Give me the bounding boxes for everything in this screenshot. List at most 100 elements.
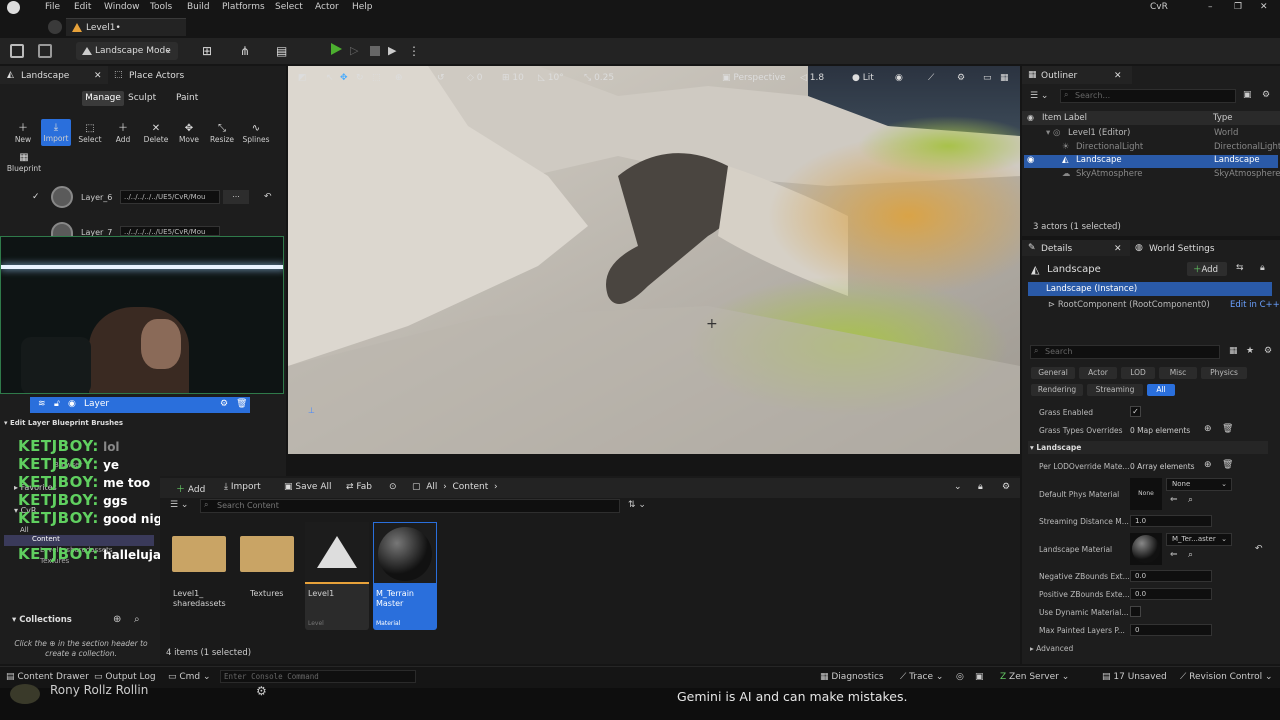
- category-physics[interactable]: Physics: [1201, 367, 1247, 379]
- category-streaming[interactable]: Streaming: [1087, 384, 1143, 396]
- blueprint-convert-icon[interactable]: ⇆: [1236, 263, 1244, 273]
- visibility-icon[interactable]: ◉: [68, 399, 76, 409]
- browser-settings-icon[interactable]: ⚙: [1002, 481, 1010, 495]
- scale-snap-icon[interactable]: ⤡ 0.25: [584, 73, 614, 83]
- subtab-paint[interactable]: Paint: [176, 93, 198, 103]
- menu-edit[interactable]: Edit: [74, 2, 91, 12]
- add-folder-icon[interactable]: ▣: [1243, 90, 1252, 100]
- details-settings-icon[interactable]: ⚙: [1264, 346, 1272, 356]
- grid-layout-icon[interactable]: ▦: [1000, 73, 1009, 83]
- close-icon[interactable]: ✕: [1260, 2, 1268, 12]
- dynamic-material-checkbox[interactable]: [1130, 606, 1141, 617]
- level-viewport[interactable]: + ⊥: [288, 66, 1020, 454]
- import-button[interactable]: ⤓ Import: [224, 481, 261, 495]
- lock-browser-icon[interactable]: 🔒︎: [978, 481, 983, 495]
- settings-icon[interactable]: ⚙: [220, 399, 228, 409]
- unsaved-button[interactable]: ▤ 17 Unsaved: [1102, 672, 1167, 682]
- landscape-material-dropdown[interactable]: M_Ter...aster ⌄: [1166, 533, 1232, 546]
- menu-file[interactable]: File: [45, 2, 60, 12]
- tab-details[interactable]: Details: [1041, 244, 1072, 254]
- negative-zbounds-input[interactable]: 0.0: [1130, 570, 1212, 582]
- folder-asset[interactable]: Level1_ sharedassets: [168, 522, 232, 630]
- lit-dropdown[interactable]: ● Lit: [852, 73, 874, 83]
- tool-new[interactable]: ＋ New: [8, 122, 38, 146]
- material-asset[interactable]: M_Terrain Master Material: [373, 522, 437, 630]
- save-all-button[interactable]: ▣ Save All: [284, 481, 332, 495]
- favorite-star-icon[interactable]: ★: [1246, 346, 1254, 356]
- layer-checkbox[interactable]: ✓: [32, 192, 42, 202]
- diagnostics-button[interactable]: ▦ Diagnostics: [820, 672, 884, 682]
- outliner-row[interactable]: ▾ ◎ Level1 (Editor) World: [1024, 128, 1278, 141]
- surface-snap-icon[interactable]: ↺: [437, 73, 445, 83]
- menu-build[interactable]: Build: [187, 2, 210, 12]
- step-icon[interactable]: ▷: [350, 44, 364, 58]
- menu-window[interactable]: Window: [104, 2, 140, 12]
- tool-blueprint[interactable]: ▦ Blueprint: [6, 151, 42, 175]
- collections-header[interactable]: ▾ Collections: [12, 615, 72, 625]
- category-general[interactable]: General: [1031, 367, 1075, 379]
- fab-button[interactable]: ⇄ Fab: [346, 481, 372, 495]
- save-icon[interactable]: [10, 44, 24, 58]
- grid-size-icon[interactable]: ⊞ 10: [502, 73, 524, 83]
- record-icon[interactable]: ◎: [956, 672, 964, 682]
- play-icon[interactable]: [331, 43, 342, 55]
- col-type[interactable]: Type: [1213, 113, 1233, 123]
- col-item-label[interactable]: Item Label: [1042, 113, 1087, 123]
- filter-icon[interactable]: ☰ ⌄: [170, 500, 188, 510]
- tab-place-actors[interactable]: Place Actors: [129, 71, 184, 81]
- search-collections-icon[interactable]: ⌕: [134, 614, 140, 625]
- use-selected-icon[interactable]: ⇐: [1170, 550, 1178, 560]
- outliner-filter-icon[interactable]: ☰ ⌄: [1030, 91, 1048, 101]
- tool-import[interactable]: ⤓ Import: [41, 119, 71, 146]
- screenshot-icon[interactable]: ▣: [975, 672, 984, 682]
- cinematics-icon[interactable]: ▤: [276, 44, 290, 58]
- root-component-row[interactable]: ⊳ RootComponent (RootComponent0): [1048, 300, 1210, 310]
- close-details-icon[interactable]: ✕: [1114, 244, 1122, 254]
- tab-outliner[interactable]: Outliner: [1041, 71, 1077, 81]
- tool-move[interactable]: ✥ Move: [174, 122, 204, 146]
- breadcrumb-content[interactable]: Content: [452, 482, 488, 492]
- table-view-icon[interactable]: ▦: [1229, 346, 1238, 356]
- trace-button[interactable]: ⟋ Trace ⌄: [900, 672, 943, 682]
- layer-path-field[interactable]: ../../../../../UE5/CvR/Mou: [120, 190, 220, 204]
- phys-material-dropdown[interactable]: None ⌄: [1166, 478, 1232, 491]
- trash-icon[interactable]: 🗑︎: [236, 399, 247, 409]
- reset-icon[interactable]: ↶: [264, 192, 272, 202]
- outliner-row[interactable]: ☀ DirectionalLight DirectionalLight: [1024, 142, 1280, 155]
- section-landscape[interactable]: ▾ Landscape: [1028, 441, 1268, 454]
- add-actor-icon[interactable]: ⊞: [202, 44, 216, 58]
- close-outliner-icon[interactable]: ✕: [1114, 71, 1122, 81]
- use-selected-icon[interactable]: ⇐: [1170, 495, 1178, 505]
- menu-tools[interactable]: Tools: [150, 2, 172, 12]
- folder-asset[interactable]: Textures: [236, 522, 300, 630]
- lock-icon[interactable]: 🔓︎: [54, 399, 60, 409]
- menu-platforms[interactable]: Platforms: [222, 2, 265, 12]
- more-options-icon[interactable]: ⋮: [408, 44, 422, 58]
- tool-splines[interactable]: ∿ Splines: [241, 122, 271, 146]
- edit-cpp-link[interactable]: Edit in C++: [1230, 300, 1280, 310]
- visibility-icon[interactable]: ◉: [1027, 155, 1034, 165]
- browse-asset-icon[interactable]: ⌕: [1188, 495, 1193, 505]
- browse-button[interactable]: ...: [223, 190, 249, 204]
- level-tab[interactable]: Level1•: [66, 18, 186, 36]
- fov-value[interactable]: ◁ 1.8: [800, 73, 824, 83]
- category-actor[interactable]: Actor: [1079, 367, 1117, 379]
- zen-server-button[interactable]: Z Zen Server ⌄: [1000, 672, 1069, 682]
- history-icon[interactable]: ⊙: [389, 481, 397, 495]
- max-painted-layers-input[interactable]: 0: [1130, 624, 1212, 636]
- revision-control-button[interactable]: ⟋ Revision Control ⌄: [1180, 672, 1273, 682]
- show-icon[interactable]: ◉: [895, 73, 903, 83]
- layer-row-selected[interactable]: ≋ 🔓︎ ◉ Layer ⚙ 🗑︎: [30, 397, 250, 413]
- viewport-menu-icon[interactable]: ◩: [298, 73, 307, 83]
- angle-snap-icon[interactable]: ◺ 10°: [538, 73, 564, 83]
- lock-details-icon[interactable]: 🔒︎: [1260, 263, 1265, 273]
- translate-icon[interactable]: ✥: [340, 73, 348, 83]
- menu-actor[interactable]: Actor: [315, 2, 339, 12]
- path-dropdown-icon[interactable]: ⌄: [954, 481, 962, 495]
- landscape-material-thumb[interactable]: [1130, 533, 1162, 565]
- perspective-dropdown[interactable]: ▣ Perspective: [722, 73, 786, 83]
- close-tab-icon[interactable]: ✕: [94, 71, 102, 81]
- level-asset[interactable]: Level1 Level: [305, 522, 369, 630]
- realtime-icon[interactable]: ⟋: [928, 73, 934, 83]
- layer-path-field-2[interactable]: ../../../../../UE5/CvR/Mou: [120, 226, 220, 236]
